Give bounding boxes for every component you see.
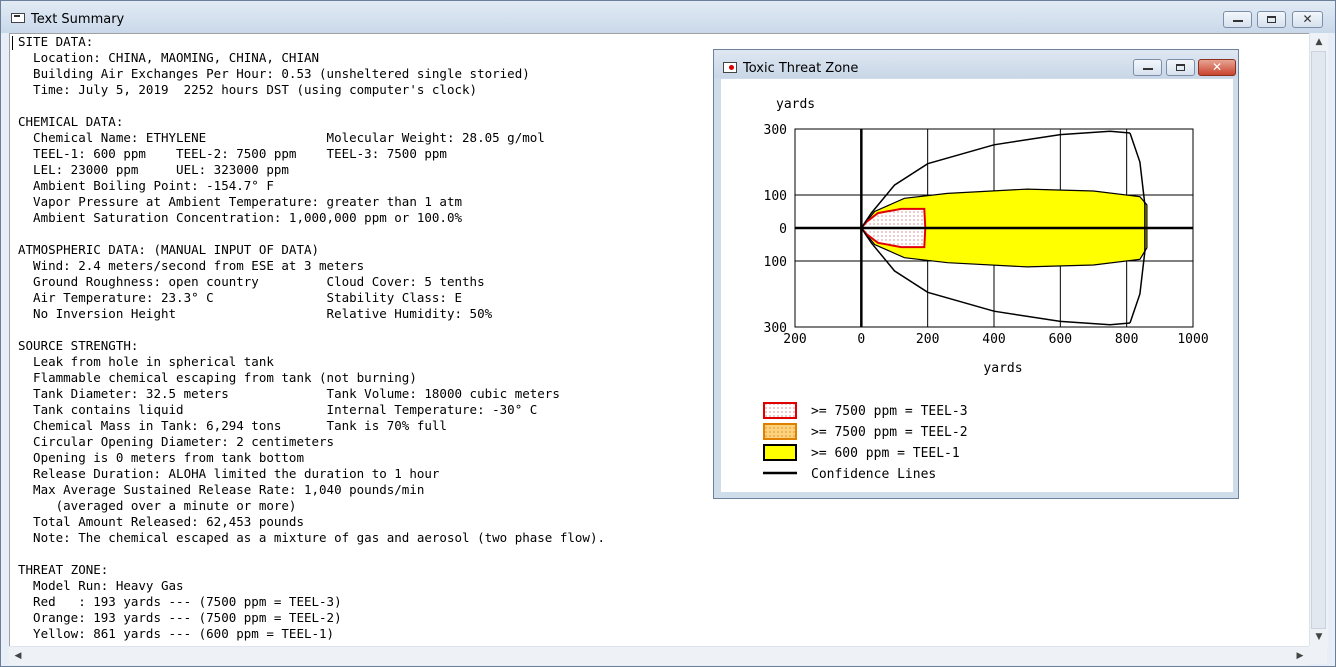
toxic-threat-zone-window: Toxic Threat Zone ✕ yards yards 200 0 20…	[713, 49, 1239, 499]
report-line: ATMOSPHERIC DATA: (MANUAL INPUT OF DATA)	[18, 242, 320, 257]
x-tick-label: 0	[857, 332, 865, 347]
report-line: Yellow: 861 yards --- (600 ppm = TEEL-1)	[18, 626, 335, 641]
report-line	[18, 226, 605, 242]
report-line: Red : 193 yards --- (7500 ppm = TEEL-3)	[18, 594, 342, 609]
minimize-icon	[1233, 20, 1243, 22]
minimize-icon	[1143, 68, 1153, 70]
threat-window-title-bar[interactable]: Toxic Threat Zone ✕	[714, 50, 1238, 78]
threat-zone-icon[interactable]	[723, 62, 737, 73]
minimize-button[interactable]	[1223, 11, 1252, 28]
text-window-icon[interactable]	[11, 13, 25, 23]
report-line: SOURCE STRENGTH:	[18, 338, 139, 353]
window-title: Text Summary	[31, 12, 125, 27]
report-line: Location: CHINA, MAOMING, CHINA, CHIAN	[18, 50, 320, 65]
report-line: Time: July 5, 2019 2252 hours DST (using…	[18, 82, 478, 97]
threat-close-button[interactable]: ✕	[1198, 59, 1236, 76]
scroll-up-icon[interactable]: ▲	[1310, 33, 1328, 51]
threat-window-title: Toxic Threat Zone	[743, 61, 859, 76]
x-tick-label: 400	[982, 332, 1005, 347]
report-line: Ground Roughness: open country Cloud Cov…	[18, 274, 485, 289]
scroll-thumb[interactable]	[1311, 51, 1326, 629]
report-line: Total Amount Released: 62,453 pounds	[18, 514, 304, 529]
legend-label: Confidence Lines	[811, 467, 936, 482]
x-axis-label: yards	[983, 361, 1022, 376]
x-tick-label: 1000	[1177, 332, 1208, 347]
report-line: Tank contains liquid Internal Temperatur…	[18, 402, 538, 417]
vertical-scrollbar[interactable]: ▲ ▼	[1309, 33, 1328, 646]
report-line: Max Average Sustained Release Rate: 1,04…	[18, 482, 425, 497]
scroll-left-icon[interactable]: ◀	[9, 647, 27, 665]
report-line: Air Temperature: 23.3° C Stability Class…	[18, 290, 463, 305]
y-tick-label: 300	[764, 321, 787, 336]
report-line: Tank Diameter: 32.5 meters Tank Volume: …	[18, 386, 560, 401]
legend-swatch	[763, 402, 797, 419]
threat-zone-plot-area: yards yards 200 0 200 400 600 800 1000 300 100 0 1…	[721, 79, 1233, 492]
report-line: Release Duration: ALOHA limited the dura…	[18, 466, 440, 481]
report-line: No Inversion Height Relative Humidity: 5…	[18, 306, 493, 321]
report-text: SITE DATA: Location: CHINA, MAOMING, CHI…	[18, 34, 605, 642]
maximize-icon	[1176, 64, 1185, 71]
threat-maximize-button[interactable]	[1166, 59, 1195, 76]
report-line: THREAT ZONE:	[18, 562, 109, 577]
size-grip[interactable]	[1309, 646, 1327, 664]
report-line: Circular Opening Diameter: 2 centimeters	[18, 434, 335, 449]
report-line: Building Air Exchanges Per Hour: 0.53 (u…	[18, 66, 530, 81]
report-line: Chemical Name: ETHYLENE Molecular Weight…	[18, 130, 545, 145]
legend-swatch	[763, 423, 797, 440]
report-line: SITE DATA:	[18, 34, 94, 49]
report-line: Note: The chemical escaped as a mixture …	[18, 530, 605, 545]
threat-minimize-button[interactable]	[1133, 59, 1162, 76]
legend-label: >= 7500 ppm = TEEL-3	[811, 404, 968, 419]
report-line: Vapor Pressure at Ambient Temperature: g…	[18, 194, 463, 209]
threat-zone-chart: yards yards 200 0 200 400 600 800 100030010001…	[763, 97, 1209, 482]
report-line: Wind: 2.4 meters/second from ESE at 3 me…	[18, 258, 365, 273]
legend-swatch	[763, 444, 797, 461]
legend-label: >= 7500 ppm = TEEL-2	[811, 425, 968, 440]
report-line: Flammable chemical escaping from tank (n…	[18, 370, 417, 385]
maximize-button[interactable]	[1257, 11, 1286, 28]
close-button[interactable]: ✕	[1292, 11, 1323, 28]
report-line	[18, 98, 605, 114]
text-summary-window: Text Summary ✕ SITE DATA: Location: CHIN…	[0, 0, 1336, 667]
x-tick-label: 200	[916, 332, 939, 347]
report-line: TEEL-1: 600 ppm TEEL-2: 7500 ppm TEEL-3:…	[18, 146, 447, 161]
report-line: (averaged over a minute or more)	[18, 498, 297, 513]
legend-label: >= 600 ppm = TEEL-1	[811, 446, 960, 461]
report-line: Opening is 0 meters from tank bottom	[18, 450, 304, 465]
report-line: CHEMICAL DATA:	[18, 114, 124, 129]
report-line: Leak from hole in spherical tank	[18, 354, 274, 369]
report-line: Orange: 193 yards --- (7500 ppm = TEEL-2…	[18, 610, 342, 625]
y-tick-label: 100	[764, 189, 787, 204]
report-line: Model Run: Heavy Gas	[18, 578, 184, 593]
text-caret	[12, 36, 13, 50]
y-tick-label: 100	[764, 255, 787, 270]
report-line	[18, 546, 605, 562]
report-line: LEL: 23000 ppm UEL: 323000 ppm	[18, 162, 289, 177]
close-icon: ✕	[1302, 12, 1313, 26]
scroll-right-icon[interactable]: ▶	[1291, 647, 1309, 665]
report-line: Ambient Saturation Concentration: 1,000,…	[18, 210, 463, 225]
close-icon: ✕	[1211, 60, 1223, 74]
x-tick-label: 600	[1049, 332, 1072, 347]
y-tick-label: 0	[779, 222, 787, 237]
title-bar[interactable]: Text Summary ✕	[1, 1, 1335, 33]
y-axis-label: yards	[776, 97, 815, 112]
x-tick-label: 800	[1115, 332, 1138, 347]
report-line: Chemical Mass in Tank: 6,294 tons Tank i…	[18, 418, 447, 433]
y-tick-label: 300	[764, 123, 787, 138]
horizontal-scrollbar[interactable]: ◀ ▶	[9, 646, 1309, 665]
report-line	[18, 322, 605, 338]
maximize-icon	[1267, 16, 1276, 23]
report-line: Ambient Boiling Point: -154.7° F	[18, 178, 274, 193]
scroll-down-icon[interactable]: ▼	[1310, 628, 1328, 646]
